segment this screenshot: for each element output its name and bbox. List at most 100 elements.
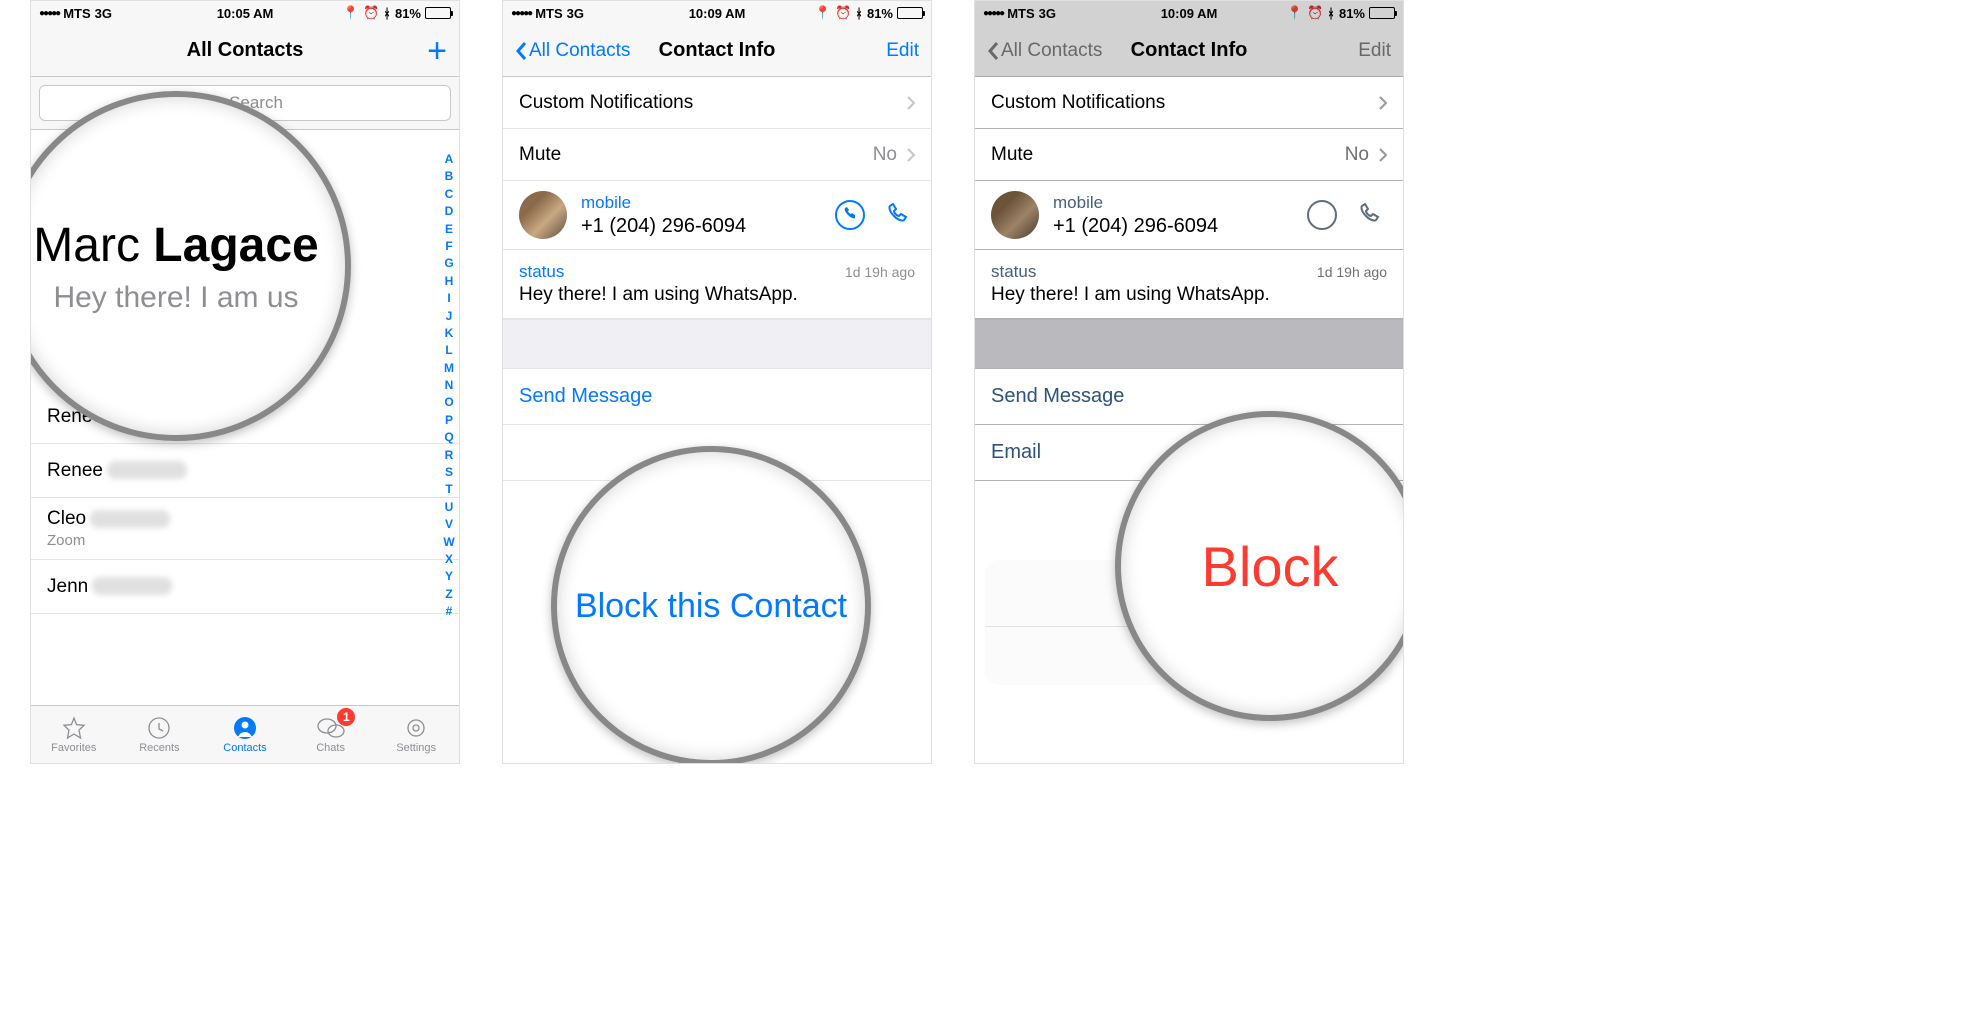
index-letter[interactable]: M [441, 360, 457, 377]
clock-icon [145, 716, 173, 740]
back-button[interactable]: All Contacts [515, 40, 630, 62]
index-letter[interactable]: S [441, 464, 457, 481]
phone-screen-contact-info: ●●●●● MTS 3G 10:09 AM 📍 ⏰ ᚼ 81% All Cont… [502, 0, 932, 764]
contact-name: Jenn [47, 576, 88, 597]
clock-label: 10:05 AM [217, 6, 274, 21]
index-letter[interactable]: X [441, 551, 457, 568]
index-letter[interactable]: I [441, 290, 457, 307]
bluetooth-icon: ᚼ [855, 6, 863, 21]
custom-notifications-row: Custom Notifications [975, 77, 1403, 129]
index-letter[interactable]: V [441, 516, 457, 533]
clock-label: 10:09 AM [689, 6, 746, 21]
tab-label: Recents [139, 742, 179, 754]
index-letter[interactable]: # [441, 603, 457, 620]
index-letter[interactable]: N [441, 377, 457, 394]
whatsapp-call-icon[interactable] [833, 198, 867, 232]
phone-type-label: mobile [581, 193, 819, 213]
phone-screen-contacts: ●●●●● MTS 3G 10:05 AM 📍 ⏰ ᚼ 81% All Cont… [30, 0, 460, 764]
redacted-text [107, 461, 187, 479]
chevron-left-icon [987, 41, 999, 61]
index-letter[interactable]: Y [441, 568, 457, 585]
status-bar: ●●●●● MTS 3G 10:05 AM 📍 ⏰ ᚼ 81% [31, 1, 459, 25]
phone-number: +1 (204) 296-6094 [581, 215, 819, 238]
magnified-block-contact: Block this Contact [575, 587, 847, 626]
index-letter[interactable]: E [441, 221, 457, 238]
index-letter[interactable]: B [441, 168, 457, 185]
send-message-button[interactable]: Send Message [503, 369, 931, 425]
phone-number-row[interactable]: mobile +1 (204) 296-6094 [503, 181, 931, 250]
index-letter[interactable]: J [441, 308, 457, 325]
mute-row: Mute No [975, 129, 1403, 181]
tab-bar: Favorites Recents Contacts 1 Chats Set [31, 705, 459, 763]
contact-row[interactable]: Renee [31, 444, 459, 498]
chevron-right-icon [907, 96, 915, 110]
index-letter[interactable]: Z [441, 586, 457, 603]
network-label: 3G [95, 6, 112, 21]
magnified-contact-name: Marc Lagace [33, 218, 318, 273]
phone-call-icon [1353, 198, 1387, 232]
send-message-button: Send Message [975, 369, 1403, 425]
alarm-icon: ⏰ [363, 5, 379, 21]
index-letter[interactable]: H [441, 273, 457, 290]
signal-dots-icon: ●●●●● [511, 8, 531, 19]
chevron-right-icon [1379, 148, 1387, 162]
tab-chats[interactable]: 1 Chats [288, 706, 374, 763]
custom-notifications-row[interactable]: Custom Notifications [503, 77, 931, 129]
index-letter[interactable]: K [441, 325, 457, 342]
nav-bar: All Contacts + [31, 25, 459, 77]
contact-name: Cleo [47, 508, 86, 529]
status-bar: ●●●●● MTS 3G 10:09 AM 📍 ⏰ ᚼ 81% [503, 1, 931, 25]
magnifier-callout: Block this Contact [551, 446, 871, 764]
edit-button: Edit [1358, 40, 1391, 62]
mute-row[interactable]: Mute No [503, 129, 931, 181]
signal-dots-icon: ●●●●● [983, 8, 1003, 19]
index-letter[interactable]: U [441, 499, 457, 516]
index-letter[interactable]: A [441, 151, 457, 168]
nav-title: All Contacts [187, 39, 304, 62]
signal-dots-icon: ●●●●● [39, 8, 59, 19]
magnifier-callout: Block [1115, 411, 1404, 721]
section-index[interactable]: ABCDEFGHIJKLMNOPQRSTUVWXYZ# [441, 151, 457, 621]
edit-button[interactable]: Edit [886, 40, 919, 62]
phone-number-row: mobile +1 (204) 296-6094 [975, 181, 1403, 250]
tab-settings[interactable]: Settings [373, 706, 459, 763]
tab-label: Settings [396, 742, 436, 754]
phone-screen-block-confirm: ●●●●● MTS 3G 10:09 AM 📍 ⏰ ᚼ 81% All Cont… [974, 0, 1404, 764]
index-letter[interactable]: W [441, 534, 457, 551]
tab-label: Favorites [51, 742, 96, 754]
index-letter[interactable]: R [441, 447, 457, 464]
chevron-right-icon [907, 148, 915, 162]
contact-row[interactable]: Jenn [31, 560, 459, 614]
tab-label: Chats [316, 742, 345, 754]
cell-label: Mute [519, 144, 561, 166]
nav-title: Contact Info [659, 39, 776, 62]
index-letter[interactable]: O [441, 394, 457, 411]
index-letter[interactable]: Q [441, 429, 457, 446]
index-letter[interactable]: G [441, 255, 457, 272]
add-contact-button[interactable]: + [427, 34, 447, 68]
phone-call-icon[interactable] [881, 198, 915, 232]
clock-label: 10:09 AM [1161, 6, 1218, 21]
battery-icon [897, 7, 923, 19]
index-letter[interactable]: C [441, 186, 457, 203]
back-button: All Contacts [987, 40, 1102, 62]
status-row: status 1d 19h ago Hey there! I am using … [975, 250, 1403, 319]
contact-sub: Zoom [47, 532, 443, 549]
index-letter[interactable]: F [441, 238, 457, 255]
person-icon [231, 716, 259, 740]
tab-recents[interactable]: Recents [117, 706, 203, 763]
tab-contacts[interactable]: Contacts [202, 706, 288, 763]
index-letter[interactable]: P [441, 412, 457, 429]
magnified-block-button: Block [1202, 534, 1339, 599]
index-letter[interactable]: T [441, 481, 457, 498]
status-label: status [519, 262, 564, 282]
status-row: status 1d 19h ago Hey there! I am using … [503, 250, 931, 319]
index-letter[interactable]: L [441, 342, 457, 359]
tab-favorites[interactable]: Favorites [31, 706, 117, 763]
whatsapp-call-icon [1305, 198, 1339, 232]
index-letter[interactable]: D [441, 203, 457, 220]
status-timestamp: 1d 19h ago [845, 264, 915, 280]
avatar [519, 191, 567, 239]
alarm-icon: ⏰ [1307, 5, 1323, 21]
contact-row[interactable]: Cleo Zoom [31, 498, 459, 560]
